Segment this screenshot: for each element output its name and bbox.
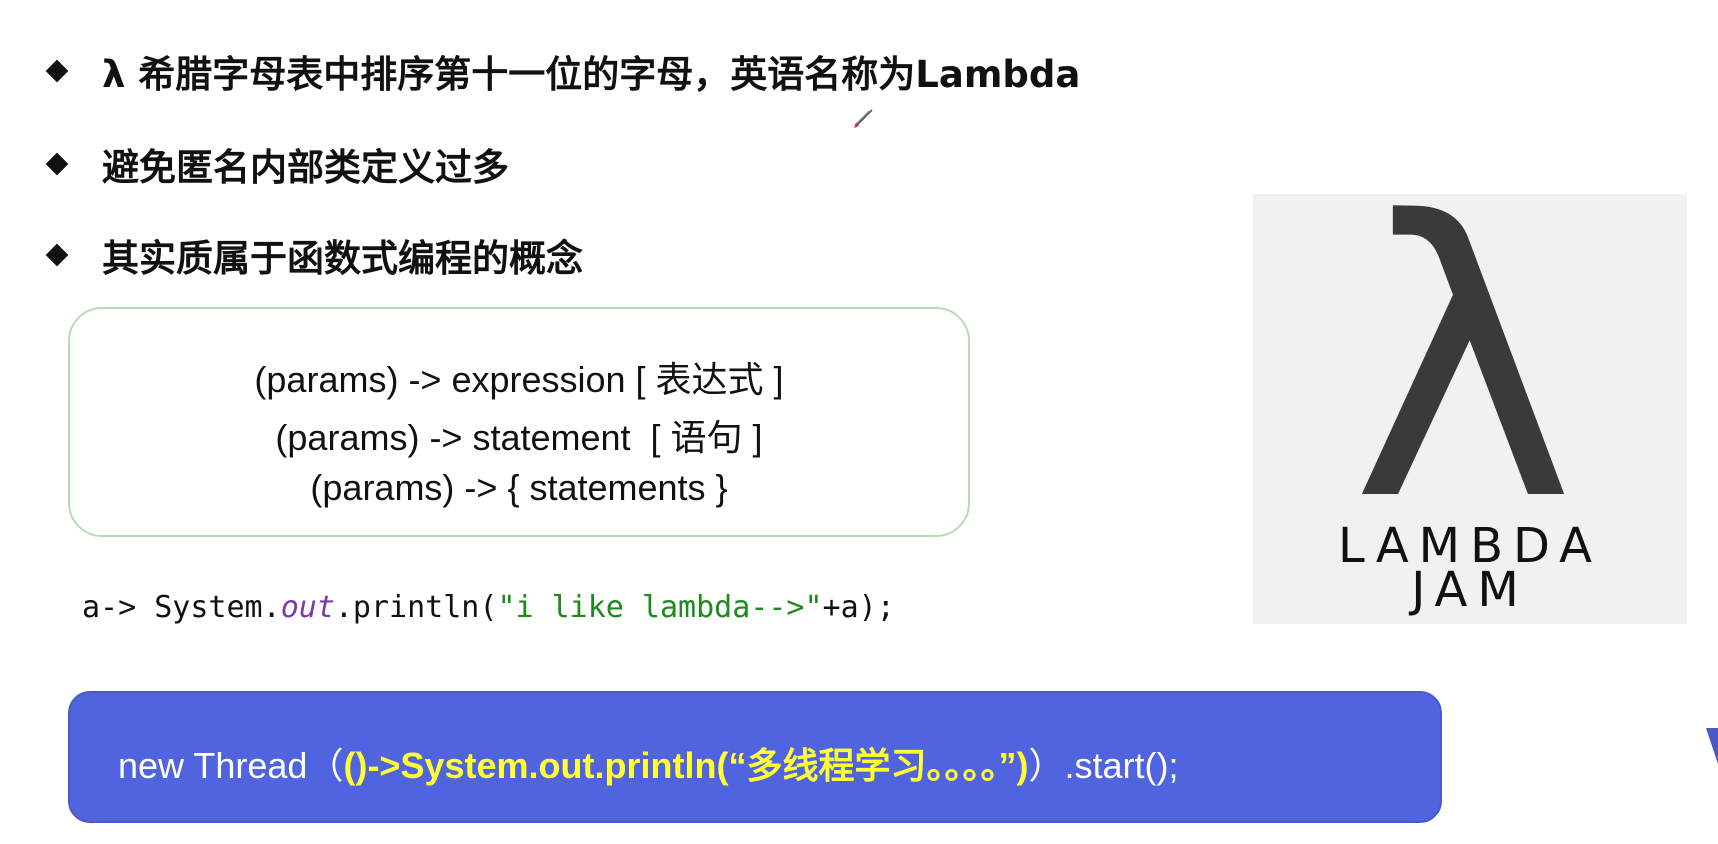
thread-lambda-highlight: ()->System.out.println(“多线程学习。。。。”) bbox=[343, 745, 1029, 786]
thread-example-box: new Thread（()->System.out.println(“多线程学习… bbox=[68, 691, 1442, 823]
thread-suffix: ）.start(); bbox=[1028, 745, 1179, 786]
lambda-code-example: a-> System.out.println("i like lambda-->… bbox=[82, 590, 895, 625]
code-call: .println( bbox=[334, 590, 498, 625]
bullet-text: 其实质属于函数式编程的概念 bbox=[102, 237, 583, 280]
bullet-item-functional-programming: 其实质属于函数式编程的概念 bbox=[46, 228, 583, 282]
code-string-literal: "i like lambda-->" bbox=[497, 590, 823, 625]
thread-code-line: new Thread（()->System.out.println(“多线程学习… bbox=[118, 737, 1178, 789]
pen-cursor-icon bbox=[854, 109, 873, 128]
lambda-jam-logo: λ LAMBDA JAM bbox=[1253, 194, 1687, 624]
bullet-item-lambda-definition: λ 希腊字母表中排序第十一位的字母，英语名称为Lambda bbox=[46, 44, 1080, 98]
logo-line-jam: JAM bbox=[1408, 562, 1529, 618]
bullet-item-avoid-anonymous-classes: 避免匿名内部类定义过多 bbox=[46, 137, 509, 191]
edge-arrow-fragment-icon bbox=[1706, 728, 1718, 764]
syntax-expression-form: (params) -> expression [ 表达式 ] bbox=[254, 359, 784, 400]
code-suffix: +a); bbox=[822, 590, 895, 625]
syntax-statement-form: (params) -> statement [ 语句 ] bbox=[275, 417, 763, 458]
code-prefix: a-> System. bbox=[82, 590, 281, 625]
code-out-field: out bbox=[280, 590, 335, 625]
lambda-syntax-box: (params) -> expression [ 表达式 ] (params) … bbox=[68, 307, 970, 537]
bullet-text: λ 希腊字母表中排序第十一位的字母，英语名称为Lambda bbox=[102, 53, 1081, 96]
bullet-text: 避免匿名内部类定义过多 bbox=[102, 146, 509, 189]
diamond-bullet-icon bbox=[46, 153, 68, 175]
diamond-bullet-icon bbox=[46, 60, 68, 82]
diamond-bullet-icon bbox=[46, 244, 68, 266]
syntax-statements-block-form: (params) -> { statements } bbox=[310, 467, 728, 508]
thread-prefix: new Thread（ bbox=[118, 745, 344, 786]
